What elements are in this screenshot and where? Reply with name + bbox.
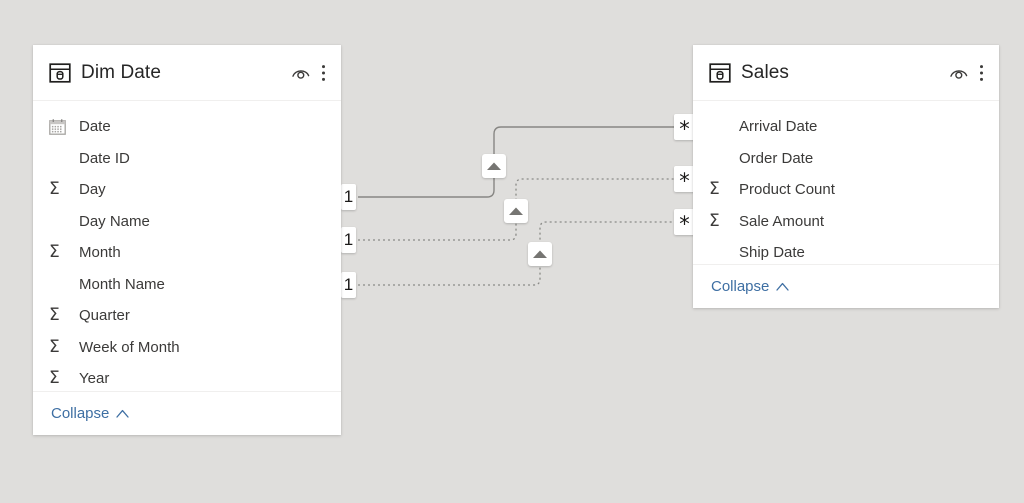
field-label: Quarter xyxy=(79,307,130,325)
field-label: Date ID xyxy=(79,149,130,167)
field-row[interactable]: Arrival Date xyxy=(693,111,999,143)
field-row[interactable]: Month Name xyxy=(33,269,341,301)
table-footer-dim-date: Collapse xyxy=(33,391,341,435)
table-title: Dim Date xyxy=(81,62,161,83)
hide-eye-icon[interactable] xyxy=(291,63,311,83)
sigma-icon: Σ xyxy=(49,242,60,263)
sigma-icon: Σ xyxy=(49,305,60,326)
field-label: Month xyxy=(79,244,121,262)
table-card-sales[interactable]: Sales Arrival Date Order Date Σ Product … xyxy=(693,45,999,308)
field-label: Day xyxy=(79,181,106,199)
field-icon-slot: Σ xyxy=(49,181,79,198)
table-header-actions[interactable] xyxy=(291,63,326,83)
field-icon-slot xyxy=(49,119,79,135)
more-options-kebab-icon[interactable] xyxy=(321,64,326,82)
field-row[interactable]: Order Date xyxy=(693,143,999,175)
model-canvas[interactable]: 1 1 1 * * * Dim Date Date Date ID Σ Day … xyxy=(0,0,1024,503)
field-icon-slot: Σ xyxy=(49,370,79,387)
field-label: Date xyxy=(79,118,111,136)
field-label: Year xyxy=(79,370,110,388)
field-row[interactable]: Σ Product Count xyxy=(693,174,999,206)
table-header-dim-date[interactable]: Dim Date xyxy=(33,45,341,101)
field-icon-slot: Σ xyxy=(49,336,79,357)
sigma-icon: Σ xyxy=(709,210,720,231)
field-list-dim-date[interactable]: Date Date ID Σ Day Day Name Σ Month Mont… xyxy=(33,101,341,391)
chevron-up-icon xyxy=(116,409,130,418)
sigma-icon: Σ xyxy=(49,336,60,357)
field-row[interactable]: Date xyxy=(33,111,341,143)
cross-filter-arrow-up-icon[interactable] xyxy=(482,154,506,178)
field-row[interactable]: Date ID xyxy=(33,143,341,175)
table-icon xyxy=(709,62,731,83)
field-row[interactable]: Σ Month xyxy=(33,237,341,269)
table-footer-sales: Collapse xyxy=(693,264,999,308)
cardinality-badge-one[interactable]: 1 xyxy=(341,272,356,298)
cardinality-badge-many[interactable]: * xyxy=(674,166,695,192)
field-icon-slot: Σ xyxy=(709,181,739,198)
field-label: Order Date xyxy=(739,149,814,167)
arrow-up-icon xyxy=(533,250,547,258)
field-label: Product Count xyxy=(739,181,835,199)
cardinality-badge-many[interactable]: * xyxy=(674,209,695,235)
field-label: Month Name xyxy=(79,275,165,293)
table-header-sales[interactable]: Sales xyxy=(693,45,999,101)
cardinality-badge-one[interactable]: 1 xyxy=(341,184,356,210)
field-row[interactable]: Σ Year xyxy=(33,363,341,391)
cardinality-badge-one[interactable]: 1 xyxy=(341,227,356,253)
table-title: Sales xyxy=(741,62,790,83)
arrow-up-icon xyxy=(509,207,523,215)
field-icon-slot: Σ xyxy=(709,210,739,231)
field-icon-slot: Σ xyxy=(49,244,79,261)
relationship-line-inactive-2[interactable] xyxy=(358,221,674,286)
field-label: Ship Date xyxy=(739,244,805,262)
table-card-dim-date[interactable]: Dim Date Date Date ID Σ Day Day Name Σ M… xyxy=(33,45,341,435)
field-label: Arrival Date xyxy=(739,118,818,136)
field-row[interactable]: Ship Date xyxy=(693,237,999,264)
relationship-line-active[interactable] xyxy=(358,126,674,198)
field-row[interactable]: Σ Sale Amount xyxy=(693,206,999,238)
cross-filter-arrow-up-icon[interactable] xyxy=(528,242,552,266)
collapse-label: Collapse xyxy=(711,278,770,295)
more-options-kebab-icon[interactable] xyxy=(979,64,984,82)
collapse-label: Collapse xyxy=(51,405,110,422)
field-label: Day Name xyxy=(79,212,150,230)
field-row[interactable]: Day Name xyxy=(33,206,341,238)
hide-eye-icon[interactable] xyxy=(949,63,969,83)
field-row[interactable]: Σ Day xyxy=(33,174,341,206)
field-row[interactable]: Σ Quarter xyxy=(33,300,341,332)
sigma-icon: Σ xyxy=(49,179,60,200)
collapse-button[interactable]: Collapse xyxy=(51,405,130,422)
field-icon-slot: Σ xyxy=(49,307,79,324)
calendar-icon xyxy=(49,119,66,135)
table-header-actions[interactable] xyxy=(949,63,984,83)
cross-filter-arrow-up-icon[interactable] xyxy=(504,199,528,223)
sigma-icon: Σ xyxy=(709,179,720,200)
table-icon xyxy=(49,62,71,83)
field-list-sales[interactable]: Arrival Date Order Date Σ Product Count … xyxy=(693,101,999,264)
sigma-icon: Σ xyxy=(49,368,60,389)
field-label: Sale Amount xyxy=(739,212,825,230)
collapse-button[interactable]: Collapse xyxy=(711,278,790,295)
cardinality-badge-many[interactable]: * xyxy=(674,114,695,140)
arrow-up-icon xyxy=(487,162,501,170)
chevron-up-icon xyxy=(776,282,790,291)
field-row[interactable]: Σ Week of Month xyxy=(33,332,341,364)
field-label: Week of Month xyxy=(79,338,180,356)
